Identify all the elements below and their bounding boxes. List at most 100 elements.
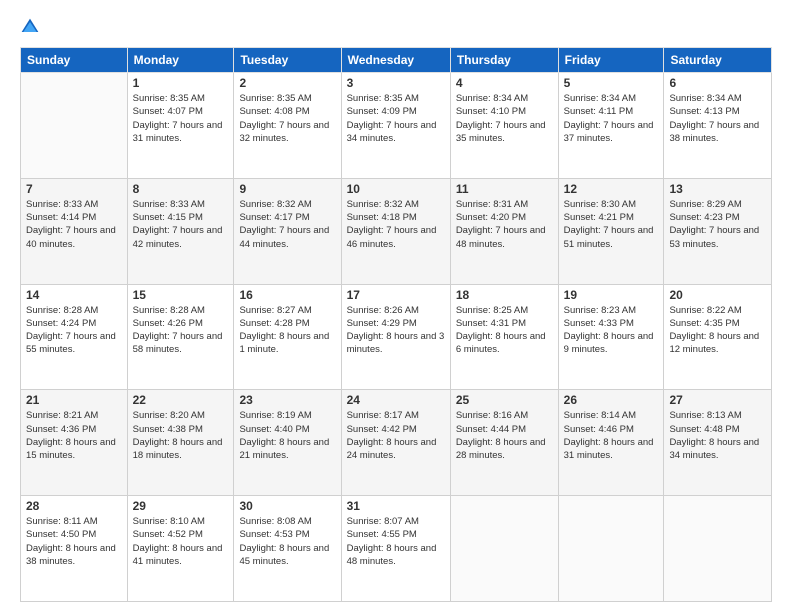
sunrise-text: Sunrise: 8:17 AM — [347, 409, 445, 422]
sunrise-text: Sunrise: 8:34 AM — [669, 92, 766, 105]
sunrise-text: Sunrise: 8:14 AM — [564, 409, 659, 422]
day-number: 11 — [456, 182, 553, 196]
daylight-text: Daylight: 7 hours and 38 minutes. — [669, 119, 766, 146]
day-number: 26 — [564, 393, 659, 407]
daylight-text: Daylight: 7 hours and 46 minutes. — [347, 224, 445, 251]
sunset-text: Sunset: 4:33 PM — [564, 317, 659, 330]
daylight-text: Daylight: 8 hours and 24 minutes. — [347, 436, 445, 463]
day-info: Sunrise: 8:34 AMSunset: 4:13 PMDaylight:… — [669, 92, 766, 145]
daylight-text: Daylight: 7 hours and 53 minutes. — [669, 224, 766, 251]
calendar-page: SundayMondayTuesdayWednesdayThursdayFrid… — [0, 0, 792, 612]
weekday-header-wednesday: Wednesday — [341, 48, 450, 73]
sunset-text: Sunset: 4:50 PM — [26, 528, 122, 541]
calendar-table: SundayMondayTuesdayWednesdayThursdayFrid… — [20, 47, 772, 602]
sunrise-text: Sunrise: 8:20 AM — [133, 409, 229, 422]
sunrise-text: Sunrise: 8:35 AM — [133, 92, 229, 105]
day-info: Sunrise: 8:11 AMSunset: 4:50 PMDaylight:… — [26, 515, 122, 568]
calendar-cell: 18Sunrise: 8:25 AMSunset: 4:31 PMDayligh… — [450, 284, 558, 390]
day-info: Sunrise: 8:10 AMSunset: 4:52 PMDaylight:… — [133, 515, 229, 568]
sunrise-text: Sunrise: 8:33 AM — [133, 198, 229, 211]
day-number: 12 — [564, 182, 659, 196]
sunset-text: Sunset: 4:48 PM — [669, 423, 766, 436]
weekday-header-monday: Monday — [127, 48, 234, 73]
calendar-cell: 30Sunrise: 8:08 AMSunset: 4:53 PMDayligh… — [234, 496, 341, 602]
sunset-text: Sunset: 4:31 PM — [456, 317, 553, 330]
sunrise-text: Sunrise: 8:30 AM — [564, 198, 659, 211]
day-info: Sunrise: 8:20 AMSunset: 4:38 PMDaylight:… — [133, 409, 229, 462]
sunrise-text: Sunrise: 8:22 AM — [669, 304, 766, 317]
day-number: 28 — [26, 499, 122, 513]
day-number: 19 — [564, 288, 659, 302]
sunset-text: Sunset: 4:21 PM — [564, 211, 659, 224]
day-info: Sunrise: 8:29 AMSunset: 4:23 PMDaylight:… — [669, 198, 766, 251]
day-info: Sunrise: 8:34 AMSunset: 4:10 PMDaylight:… — [456, 92, 553, 145]
day-number: 15 — [133, 288, 229, 302]
day-number: 2 — [239, 76, 335, 90]
sunrise-text: Sunrise: 8:21 AM — [26, 409, 122, 422]
calendar-cell: 20Sunrise: 8:22 AMSunset: 4:35 PMDayligh… — [664, 284, 772, 390]
calendar-cell: 5 Sunrise: 8:34 AMSunset: 4:11 PMDaylight… — [558, 73, 664, 179]
calendar-cell: 16Sunrise: 8:27 AMSunset: 4:28 PMDayligh… — [234, 284, 341, 390]
calendar-cell: 7Sunrise: 8:33 AMSunset: 4:14 PMDaylight… — [21, 178, 128, 284]
sunset-text: Sunset: 4:36 PM — [26, 423, 122, 436]
day-info: Sunrise: 8:32 AMSunset: 4:17 PMDaylight:… — [239, 198, 335, 251]
sunset-text: Sunset: 4:35 PM — [669, 317, 766, 330]
sunset-text: Sunset: 4:15 PM — [133, 211, 229, 224]
day-info: Sunrise: 8:22 AMSunset: 4:35 PMDaylight:… — [669, 304, 766, 357]
logo — [20, 16, 44, 37]
daylight-text: Daylight: 7 hours and 40 minutes. — [26, 224, 122, 251]
sunset-text: Sunset: 4:53 PM — [239, 528, 335, 541]
day-number: 14 — [26, 288, 122, 302]
calendar-cell: 25Sunrise: 8:16 AMSunset: 4:44 PMDayligh… — [450, 390, 558, 496]
daylight-text: Daylight: 7 hours and 34 minutes. — [347, 119, 445, 146]
sunset-text: Sunset: 4:09 PM — [347, 105, 445, 118]
day-info: Sunrise: 8:35 AMSunset: 4:07 PMDaylight:… — [133, 92, 229, 145]
sunrise-text: Sunrise: 8:32 AM — [239, 198, 335, 211]
day-info: Sunrise: 8:23 AMSunset: 4:33 PMDaylight:… — [564, 304, 659, 357]
day-number: 5 — [564, 76, 659, 90]
calendar-cell: 17Sunrise: 8:26 AMSunset: 4:29 PMDayligh… — [341, 284, 450, 390]
daylight-text: Daylight: 8 hours and 3 minutes. — [347, 330, 445, 357]
day-number: 27 — [669, 393, 766, 407]
calendar-cell: 27Sunrise: 8:13 AMSunset: 4:48 PMDayligh… — [664, 390, 772, 496]
sunset-text: Sunset: 4:29 PM — [347, 317, 445, 330]
weekday-header-friday: Friday — [558, 48, 664, 73]
sunset-text: Sunset: 4:28 PM — [239, 317, 335, 330]
sunset-text: Sunset: 4:07 PM — [133, 105, 229, 118]
daylight-text: Daylight: 7 hours and 55 minutes. — [26, 330, 122, 357]
calendar-cell: 13Sunrise: 8:29 AMSunset: 4:23 PMDayligh… — [664, 178, 772, 284]
sunset-text: Sunset: 4:14 PM — [26, 211, 122, 224]
daylight-text: Daylight: 8 hours and 21 minutes. — [239, 436, 335, 463]
day-number: 31 — [347, 499, 445, 513]
sunset-text: Sunset: 4:11 PM — [564, 105, 659, 118]
day-info: Sunrise: 8:33 AMSunset: 4:15 PMDaylight:… — [133, 198, 229, 251]
sunset-text: Sunset: 4:26 PM — [133, 317, 229, 330]
calendar-cell: 19 Sunrise: 8:23 AMSunset: 4:33 PMDayligh… — [558, 284, 664, 390]
day-number: 25 — [456, 393, 553, 407]
daylight-text: Daylight: 7 hours and 32 minutes. — [239, 119, 335, 146]
daylight-text: Daylight: 7 hours and 44 minutes. — [239, 224, 335, 251]
sunrise-text: Sunrise: 8:07 AM — [347, 515, 445, 528]
day-info: Sunrise: 8:07 AMSunset: 4:55 PMDaylight:… — [347, 515, 445, 568]
day-number: 22 — [133, 393, 229, 407]
day-info: Sunrise: 8:26 AMSunset: 4:29 PMDaylight:… — [347, 304, 445, 357]
sunrise-text: Sunrise: 8:35 AM — [347, 92, 445, 105]
day-number: 3 — [347, 76, 445, 90]
calendar-cell: 2Sunrise: 8:35 AMSunset: 4:08 PMDaylight… — [234, 73, 341, 179]
day-number: 16 — [239, 288, 335, 302]
day-info: Sunrise: 8:28 AMSunset: 4:24 PMDaylight:… — [26, 304, 122, 357]
sunrise-text: Sunrise: 8:35 AM — [239, 92, 335, 105]
day-info: Sunrise: 8:19 AMSunset: 4:40 PMDaylight:… — [239, 409, 335, 462]
day-info: Sunrise: 8:17 AMSunset: 4:42 PMDaylight:… — [347, 409, 445, 462]
daylight-text: Daylight: 8 hours and 9 minutes. — [564, 330, 659, 357]
calendar-cell: 1Sunrise: 8:35 AMSunset: 4:07 PMDaylight… — [127, 73, 234, 179]
week-row-5: 28 Sunrise: 8:11 AMSunset: 4:50 PMDayligh… — [21, 496, 772, 602]
sunrise-text: Sunrise: 8:31 AM — [456, 198, 553, 211]
daylight-text: Daylight: 8 hours and 1 minute. — [239, 330, 335, 357]
calendar-cell: 4 Sunrise: 8:34 AMSunset: 4:10 PMDaylight… — [450, 73, 558, 179]
day-number: 4 — [456, 76, 553, 90]
day-number: 8 — [133, 182, 229, 196]
day-info: Sunrise: 8:34 AMSunset: 4:11 PMDaylight:… — [564, 92, 659, 145]
weekday-header-tuesday: Tuesday — [234, 48, 341, 73]
calendar-cell: 12Sunrise: 8:30 AMSunset: 4:21 PMDayligh… — [558, 178, 664, 284]
